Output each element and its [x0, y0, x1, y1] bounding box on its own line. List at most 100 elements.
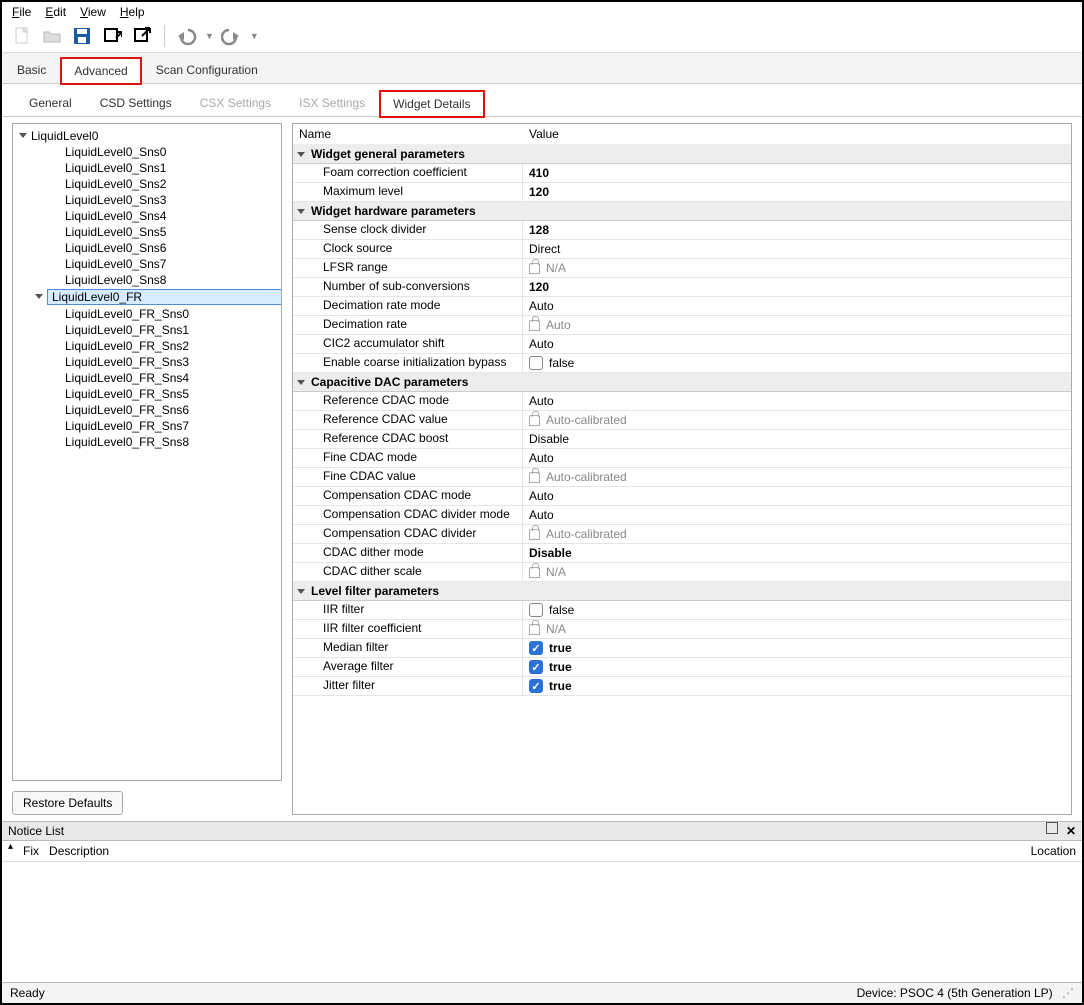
tree-child[interactable]: LiquidLevel0_FR_Sns8: [13, 434, 281, 450]
checkbox-checked-icon[interactable]: ✓: [529, 660, 543, 674]
tree-child[interactable]: LiquidLevel0_Sns6: [13, 240, 281, 256]
prop-clock-source[interactable]: Clock sourceDirect: [293, 240, 1071, 259]
tab-advanced[interactable]: Advanced: [61, 58, 140, 84]
section-cdac[interactable]: Capacitive DAC parameters: [293, 373, 1071, 392]
redo-dropdown-icon[interactable]: ▼: [250, 31, 259, 41]
export-icon[interactable]: [130, 24, 154, 48]
prop-average-filter[interactable]: Average filter✓true: [293, 658, 1071, 677]
property-header: Name Value: [293, 124, 1071, 145]
lock-icon: [529, 263, 540, 274]
main-content: LiquidLevel0 LiquidLevel0_Sns0 LiquidLev…: [2, 117, 1082, 821]
tree-child[interactable]: LiquidLevel0_FR_Sns5: [13, 386, 281, 402]
prop-cdac-dither-scale: CDAC dither scaleN/A: [293, 563, 1071, 582]
prop-sub-conversions[interactable]: Number of sub-conversions120: [293, 278, 1071, 297]
lock-icon: [529, 472, 540, 483]
lock-icon: [529, 529, 540, 540]
tree-child[interactable]: LiquidLevel0_Sns5: [13, 224, 281, 240]
tree-node-liquidlevel0-fr[interactable]: LiquidLevel0_FR: [13, 288, 281, 306]
resize-grip-icon[interactable]: ⋰: [1062, 986, 1074, 1000]
top-tabs: Basic Advanced Scan Configuration: [2, 53, 1082, 84]
restore-defaults-button[interactable]: Restore Defaults: [12, 791, 123, 815]
widget-tree[interactable]: LiquidLevel0 LiquidLevel0_Sns0 LiquidLev…: [12, 123, 282, 781]
checkbox-checked-icon[interactable]: ✓: [529, 679, 543, 693]
save-icon[interactable]: [70, 24, 94, 48]
tree-child[interactable]: LiquidLevel0_FR_Sns4: [13, 370, 281, 386]
header-value: Value: [529, 127, 559, 141]
sort-indicator-icon[interactable]: ▴: [8, 841, 13, 855]
prop-max-level[interactable]: Maximum level120: [293, 183, 1071, 202]
prop-ref-cdac-value: Reference CDAC valueAuto-calibrated: [293, 411, 1071, 430]
toolbar: ▼ ▼: [2, 22, 1082, 53]
toolbar-separator: [164, 25, 165, 47]
notice-columns: ▴ Fix Description Location: [2, 841, 1082, 862]
tree-child[interactable]: LiquidLevel0_FR_Sns0: [13, 306, 281, 322]
tree-child[interactable]: LiquidLevel0_FR_Sns6: [13, 402, 281, 418]
tree-child[interactable]: LiquidLevel0_Sns7: [13, 256, 281, 272]
checkbox-icon[interactable]: [529, 603, 543, 617]
menu-file[interactable]: File: [12, 5, 31, 19]
prop-fine-cdac-mode[interactable]: Fine CDAC modeAuto: [293, 449, 1071, 468]
prop-ref-cdac-boost[interactable]: Reference CDAC boostDisable: [293, 430, 1071, 449]
tree-child[interactable]: LiquidLevel0_Sns4: [13, 208, 281, 224]
tree-child[interactable]: LiquidLevel0_FR_Sns2: [13, 338, 281, 354]
col-description[interactable]: Description: [49, 844, 109, 858]
lock-icon: [529, 320, 540, 331]
col-location[interactable]: Location: [1031, 844, 1076, 858]
notice-list-title: Notice List: [8, 824, 64, 838]
float-panel-icon[interactable]: [1048, 824, 1058, 834]
subtab-general[interactable]: General: [16, 90, 85, 116]
notice-list-body: [2, 862, 1082, 982]
tree-child[interactable]: LiquidLevel0_Sns2: [13, 176, 281, 192]
menu-view[interactable]: View: [80, 5, 106, 19]
checkbox-checked-icon[interactable]: ✓: [529, 641, 543, 655]
undo-dropdown-icon[interactable]: ▼: [205, 31, 214, 41]
section-hardware[interactable]: Widget hardware parameters: [293, 202, 1071, 221]
subtab-csd[interactable]: CSD Settings: [87, 90, 185, 116]
tab-basic[interactable]: Basic: [4, 57, 59, 83]
prop-coarse-init-bypass[interactable]: Enable coarse initialization bypassfalse: [293, 354, 1071, 373]
prop-decimation-rate: Decimation rateAuto: [293, 316, 1071, 335]
tree-child[interactable]: LiquidLevel0_Sns1: [13, 160, 281, 176]
prop-foam-coefficient[interactable]: Foam correction coefficient410: [293, 164, 1071, 183]
lock-icon: [529, 624, 540, 635]
prop-comp-cdac-div: Compensation CDAC dividerAuto-calibrated: [293, 525, 1071, 544]
prop-comp-cdac-mode[interactable]: Compensation CDAC modeAuto: [293, 487, 1071, 506]
header-name: Name: [299, 127, 529, 141]
undo-icon[interactable]: [175, 24, 199, 48]
lock-icon: [529, 567, 540, 578]
status-ready: Ready: [10, 986, 45, 1000]
prop-median-filter[interactable]: Median filter✓true: [293, 639, 1071, 658]
menu-help[interactable]: Help: [120, 5, 145, 19]
prop-decimation-rate-mode[interactable]: Decimation rate modeAuto: [293, 297, 1071, 316]
checkbox-icon[interactable]: [529, 356, 543, 370]
status-bar: Ready Device: PSOC 4 (5th Generation LP)…: [2, 982, 1082, 1003]
open-file-icon[interactable]: [40, 24, 64, 48]
section-general[interactable]: Widget general parameters: [293, 145, 1071, 164]
tree-child[interactable]: LiquidLevel0_Sns8: [13, 272, 281, 288]
close-icon[interactable]: ✕: [1066, 824, 1076, 838]
col-fix[interactable]: Fix: [23, 844, 39, 858]
prop-ref-cdac-mode[interactable]: Reference CDAC modeAuto: [293, 392, 1071, 411]
prop-iir-coefficient: IIR filter coefficientN/A: [293, 620, 1071, 639]
redo-icon[interactable]: [220, 24, 244, 48]
tree-child[interactable]: LiquidLevel0_Sns0: [13, 144, 281, 160]
menu-bar: File Edit View Help: [2, 2, 1082, 22]
prop-sense-clock-divider[interactable]: Sense clock divider128: [293, 221, 1071, 240]
property-grid[interactable]: Widget general parameters Foam correctio…: [293, 145, 1071, 814]
tree-node-liquidlevel0[interactable]: LiquidLevel0: [13, 128, 281, 144]
tree-child[interactable]: LiquidLevel0_FR_Sns1: [13, 322, 281, 338]
prop-comp-cdac-div-mode[interactable]: Compensation CDAC divider modeAuto: [293, 506, 1071, 525]
prop-cic2-shift[interactable]: CIC2 accumulator shiftAuto: [293, 335, 1071, 354]
import-icon[interactable]: [100, 24, 124, 48]
tab-scan-config[interactable]: Scan Configuration: [143, 57, 271, 83]
menu-edit[interactable]: Edit: [45, 5, 66, 19]
prop-iir-filter[interactable]: IIR filterfalse: [293, 601, 1071, 620]
section-filter[interactable]: Level filter parameters: [293, 582, 1071, 601]
tree-child[interactable]: LiquidLevel0_FR_Sns7: [13, 418, 281, 434]
new-file-icon[interactable]: [10, 24, 34, 48]
subtab-widget-details[interactable]: Widget Details: [380, 91, 483, 117]
tree-child[interactable]: LiquidLevel0_FR_Sns3: [13, 354, 281, 370]
prop-jitter-filter[interactable]: Jitter filter✓true: [293, 677, 1071, 696]
prop-cdac-dither-mode[interactable]: CDAC dither modeDisable: [293, 544, 1071, 563]
tree-child[interactable]: LiquidLevel0_Sns3: [13, 192, 281, 208]
